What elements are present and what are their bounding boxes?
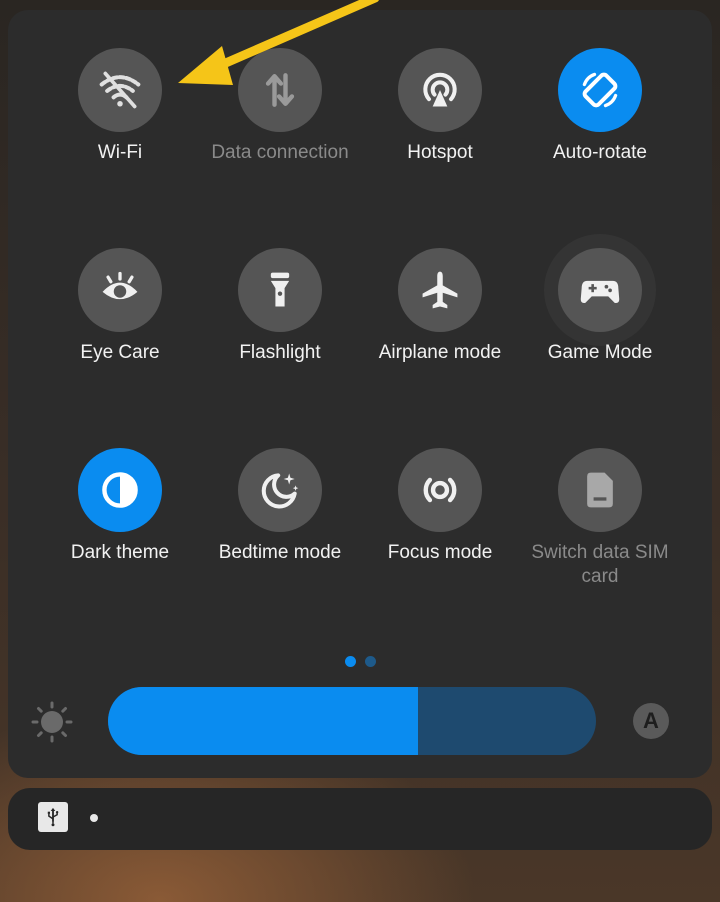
tile-eye-care-button[interactable] [78, 248, 162, 332]
notification-bar[interactable] [8, 788, 712, 850]
tile-focus-mode-label: Focus mode [387, 542, 493, 563]
airplane-icon [422, 271, 458, 309]
quick-settings-panel: Wi-Fi Data connection Hotspot Auto-rotat… [8, 10, 712, 778]
tile-airplane-mode-label: Airplane mode [378, 342, 502, 363]
tile-auto-rotate-label: Auto-rotate [553, 142, 647, 163]
hotspot-icon [423, 72, 457, 107]
brightness-slider[interactable] [108, 687, 596, 755]
rotate-icon [582, 72, 618, 108]
tile-bedtime-mode-button[interactable] [238, 448, 322, 532]
sim-card-icon [587, 472, 613, 508]
focus-icon [423, 477, 457, 503]
tile-bedtime-mode-label: Bedtime mode [218, 542, 342, 563]
half-circle-icon [102, 472, 138, 508]
page-indicator [345, 656, 385, 668]
tile-flashlight-button[interactable] [238, 248, 322, 332]
tile-focus-mode-button[interactable] [398, 448, 482, 532]
tile-eye-care-label: Eye Care [80, 342, 160, 363]
tile-data-connection-button[interactable] [238, 48, 322, 132]
tile-game-mode-label: Game Mode [547, 342, 653, 363]
tile-data-connection-label: Data connection [211, 142, 349, 163]
tile-airplane-mode-button[interactable] [398, 248, 482, 332]
notification-dot [90, 814, 98, 822]
tile-switch-data-sim-button[interactable] [558, 448, 642, 532]
tile-auto-rotate-button[interactable] [558, 48, 642, 132]
data-arrows-icon [265, 73, 295, 107]
tile-hotspot-label: Hotspot [407, 142, 473, 163]
usb-icon [38, 802, 68, 832]
brightness-sun-icon [31, 701, 73, 743]
tile-wifi-label: Wi-Fi [97, 142, 143, 163]
moon-stars-icon [261, 473, 299, 509]
tile-hotspot-button[interactable] [398, 48, 482, 132]
auto-brightness-label: A [643, 708, 659, 733]
wifi-off-icon [99, 71, 141, 109]
tile-game-mode-button[interactable] [558, 248, 642, 332]
auto-brightness-button[interactable]: A [633, 703, 669, 739]
tile-wifi-button[interactable] [78, 48, 162, 132]
tile-flashlight-label: Flashlight [239, 342, 321, 363]
tile-dark-theme-label: Dark theme [70, 542, 170, 563]
gamepad-icon [580, 280, 620, 303]
page-dot[interactable] [365, 656, 376, 667]
tile-switch-data-sim-label: Switch data SIM card [531, 542, 669, 587]
page-dot[interactable] [345, 656, 356, 667]
brightness-slider-fill [108, 687, 418, 755]
eye-icon [102, 271, 138, 300]
tile-dark-theme-button[interactable] [78, 448, 162, 532]
flashlight-icon [270, 272, 290, 307]
